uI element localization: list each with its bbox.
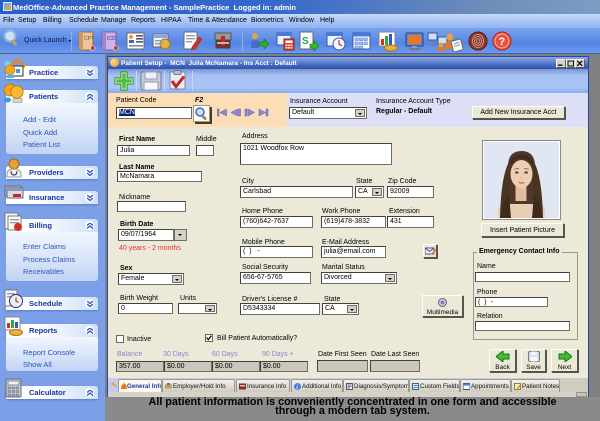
svg-text:S: S [302,36,309,47]
svg-text:ICD: ICD [107,36,116,42]
svg-text:?: ? [499,36,506,48]
svg-text:CPT: CPT [84,36,94,42]
